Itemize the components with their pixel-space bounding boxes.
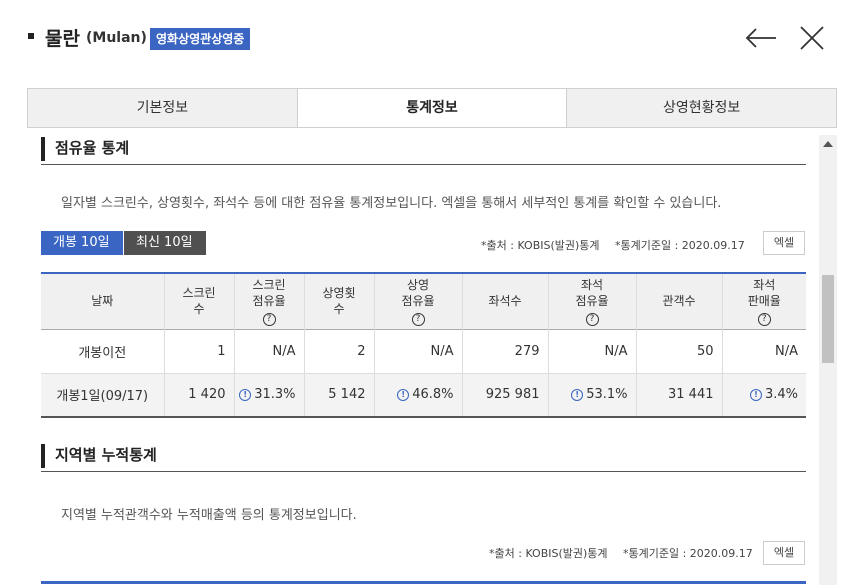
cell-screen-share: ! 31.3% <box>233 373 304 417</box>
col-header-label: 상영횟 <box>322 286 356 301</box>
col-header-show-share: 상영 점유율? <box>373 273 462 329</box>
table-row: 개봉이전 1 N/A 2 N/A 279 N/A 50 N/A <box>41 329 806 373</box>
movie-title: 물란 <box>45 28 80 50</box>
cell-value: 31.3% <box>254 387 296 403</box>
cell-seat-share: ! 53.1% <box>547 373 636 417</box>
arrow-left-icon <box>745 28 776 48</box>
cell-shows: 2 <box>303 329 374 373</box>
cell-show-share: N/A <box>373 329 462 373</box>
col-header-date: 날짜 <box>41 273 164 329</box>
cell-sales-rate: ! 3.4% <box>721 373 806 417</box>
table-row: 개봉1일(09/17) 1 420 ! 31.3% 5 142 ! 46.8% 92… <box>41 373 806 417</box>
status-badge: 영화상영관상영중 <box>150 28 251 50</box>
col-header-screen-share: 스크린 점유율? <box>233 273 304 329</box>
col-header-label: 좌석 <box>753 277 776 292</box>
occupancy-section-header: 점유율 통계 <box>41 135 806 165</box>
col-header-seat-share: 좌석 점유율? <box>547 273 636 329</box>
help-icon[interactable]: ? <box>262 312 276 326</box>
close-icon <box>800 26 824 50</box>
close-button[interactable] <box>798 24 826 52</box>
period-first-10-days-button[interactable]: 개봉 10일 <box>41 231 123 255</box>
cell-seats: 279 <box>461 329 548 373</box>
section-bar <box>41 444 45 468</box>
period-latest-10-days-button[interactable]: 최신 10일 <box>124 231 206 255</box>
help-icon[interactable]: ? <box>411 312 425 326</box>
col-header-label: 상영 <box>406 277 430 292</box>
col-header-label: 좌석수 <box>488 294 522 309</box>
section-bar <box>41 137 45 161</box>
table-header-row: 날짜 스크린 수 스크린 점유율? 상영횟 수 상영 점유율? 좌석수 좌석 점유율? 관… <box>41 273 806 329</box>
tab-statistics[interactable]: 통계정보 <box>297 89 568 127</box>
cell-value: 46.8% <box>412 387 454 403</box>
cell-value: 3.4% <box>764 387 798 403</box>
occupancy-base-date: *통계기준일 : 2020.09.17 <box>615 239 745 252</box>
cell-screens: 1 <box>163 329 234 373</box>
col-header-label: 관객수 <box>662 294 696 309</box>
back-button[interactable] <box>744 24 778 52</box>
occupancy-source: *출처 : KOBIS(발권)통계 <box>481 239 600 252</box>
cell-screen-share: N/A <box>233 329 304 373</box>
info-icon[interactable]: ! <box>397 389 410 402</box>
cell-sales-rate: N/A <box>721 329 806 373</box>
cell-shows: 5 142 <box>303 373 374 417</box>
help-icon[interactable]: ? <box>585 312 599 326</box>
col-header-seats: 좌석수 <box>461 273 548 329</box>
modal-header: 물란 (Mulan) 영화상영관상영중 <box>0 0 862 78</box>
tab-bar: 기본정보 통계정보 상영현황정보 <box>27 88 837 128</box>
info-icon[interactable]: ! <box>571 389 584 402</box>
help-icon[interactable]: ? <box>757 312 771 326</box>
regional-section-title: 지역별 누적통계 <box>55 446 157 464</box>
col-header-audience: 관객수 <box>635 273 722 329</box>
regional-base-date: *통계기준일 : 2020.09.17 <box>623 547 753 560</box>
scrollbar[interactable] <box>819 135 837 585</box>
regional-source: *출처 : KOBIS(발권)통계 <box>489 547 608 560</box>
movie-title-english: (Mulan) <box>86 30 147 46</box>
col-header-label: 점유율 <box>575 293 609 308</box>
regional-table-top-border <box>41 581 806 584</box>
cell-date: 개봉이전 <box>78 345 127 361</box>
cell-seat-share: N/A <box>547 329 636 373</box>
cell-date: 개봉1일(09/17) <box>56 389 149 405</box>
col-header-sales-rate: 좌석 판매율? <box>721 273 806 329</box>
tab-screening-status[interactable]: 상영현황정보 <box>567 89 837 127</box>
cell-audience: 31 441 <box>635 373 722 417</box>
scroll-up-arrow-icon[interactable] <box>823 141 833 147</box>
cell-audience: 50 <box>635 329 722 373</box>
statistics-panel: 점유율 통계 일자별 스크린수, 상영횟수, 좌석수 등에 대한 점유율 통계정… <box>27 135 819 585</box>
occupancy-table: 날짜 스크린 수 스크린 점유율? 상영횟 수 상영 점유율? 좌석수 좌석 점유율? 관… <box>41 272 806 418</box>
cell-value: 53.1% <box>586 387 628 403</box>
cell-seats: 925 981 <box>461 373 548 417</box>
col-header-label: 수 <box>333 302 345 317</box>
regional-description: 지역별 누적관객수와 누적매출액 등의 통계정보입니다. <box>61 508 357 523</box>
col-header-label: 스크린 <box>182 286 216 301</box>
col-header-label: 날짜 <box>91 294 114 309</box>
col-header-label: 수 <box>193 302 205 317</box>
col-header-label: 좌석 <box>580 277 604 292</box>
scrollbar-thumb[interactable] <box>822 275 834 363</box>
col-header-label: 스크린 <box>252 277 286 292</box>
occupancy-excel-button[interactable]: 엑셀 <box>763 231 805 255</box>
info-icon[interactable]: ! <box>749 389 762 402</box>
col-header-label: 점유율 <box>252 293 286 308</box>
regional-section-header: 지역별 누적통계 <box>41 442 806 472</box>
occupancy-description: 일자별 스크린수, 상영횟수, 좌석수 등에 대한 점유율 통계정보입니다. 엑… <box>61 196 722 211</box>
occupancy-section-title: 점유율 통계 <box>55 139 130 157</box>
tab-basic-info[interactable]: 기본정보 <box>28 89 298 127</box>
cell-show-share: ! 46.8% <box>373 373 462 417</box>
col-header-label: 판매율 <box>747 293 781 308</box>
regional-excel-button[interactable]: 엑셀 <box>763 541 805 565</box>
title-bullet <box>28 33 34 39</box>
info-icon[interactable]: ! <box>239 389 252 402</box>
cell-screens: 1 420 <box>163 373 234 417</box>
col-header-screens: 스크린 수 <box>163 273 234 329</box>
col-header-label: 점유율 <box>401 293 435 308</box>
col-header-shows: 상영횟 수 <box>303 273 374 329</box>
